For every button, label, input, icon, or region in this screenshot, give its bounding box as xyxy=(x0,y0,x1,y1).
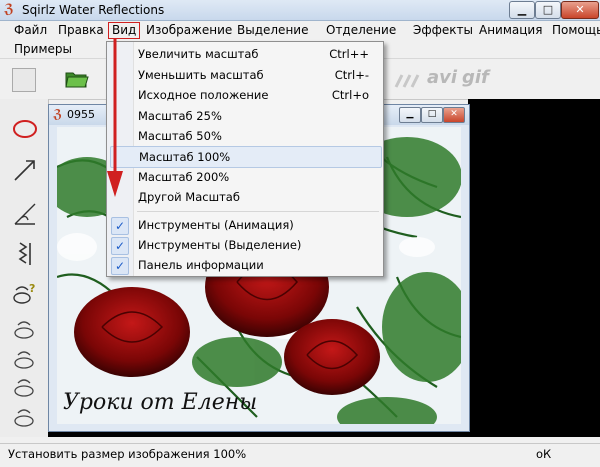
ripple-tool-2-icon[interactable] xyxy=(12,345,38,373)
menu-item-reset-position[interactable]: Исходное положение Ctrl+o xyxy=(107,85,383,105)
image-window-title: 0955 xyxy=(67,108,95,121)
menu-item-shortcut: Ctrl++ xyxy=(329,47,369,61)
image-window-close-button[interactable]: ✕ xyxy=(443,107,465,123)
menu-file[interactable]: Файл xyxy=(12,21,49,40)
menu-item-label: Уменьшить масштаб xyxy=(138,68,264,82)
menu-image[interactable]: Изображение xyxy=(144,21,234,40)
menu-selection[interactable]: Выделение xyxy=(235,21,310,40)
menu-item-zoom-in[interactable]: Увеличить масштаб Ctrl++ xyxy=(107,44,383,64)
menu-item-shortcut: Ctrl+- xyxy=(334,68,369,82)
menu-effects[interactable]: Эффекты xyxy=(411,21,475,40)
status-text: Установить размер изображения 100% xyxy=(8,447,247,461)
arrow-tool-icon[interactable] xyxy=(12,156,38,184)
menu-item-label: Другой Масштаб xyxy=(138,190,240,204)
red-pointer-arrow-icon xyxy=(107,39,123,197)
menu-item-label: Увеличить масштаб xyxy=(138,47,259,61)
gif-button[interactable]: gif xyxy=(462,67,489,88)
check-icon: ✓ xyxy=(111,217,129,235)
menu-item-label: Масштаб 25% xyxy=(138,109,222,123)
window-title: Sqirlz Water Reflections xyxy=(22,3,165,17)
menu-edit[interactable]: Правка xyxy=(56,21,106,40)
status-bar: Установить размер изображения 100% оК xyxy=(0,443,600,467)
ripple-tool-1-icon[interactable] xyxy=(12,315,38,343)
menu-help[interactable]: Помощь xyxy=(550,21,600,40)
menu-item-label: Инструменты (Выделение) xyxy=(138,238,302,252)
workspace-canvas xyxy=(468,99,600,437)
close-button[interactable]: ✕ xyxy=(561,1,599,19)
open-folder-icon[interactable] xyxy=(64,66,90,92)
ripple-help-tool-icon[interactable]: ? xyxy=(12,280,38,308)
menu-item-label: Масштаб 100% xyxy=(139,150,231,164)
check-icon: ✓ xyxy=(111,257,129,275)
svg-text:?: ? xyxy=(29,282,35,295)
menu-item-toolbar-animation[interactable]: ✓ Инструменты (Анимация) xyxy=(107,215,383,235)
wave-tool-icon[interactable] xyxy=(12,240,38,268)
menu-separator xyxy=(137,211,379,212)
maximize-button[interactable]: □ xyxy=(535,1,561,19)
image-window-maximize-button[interactable]: □ xyxy=(421,107,443,123)
menu-item-custom-zoom[interactable]: Другой Масштаб xyxy=(107,187,383,207)
menu-item-label: Масштаб 50% xyxy=(138,129,222,143)
new-image-icon[interactable] xyxy=(12,68,36,92)
menu-item-label: Панель информации xyxy=(138,258,264,272)
menu-item-shortcut: Ctrl+o xyxy=(331,88,369,102)
menu-item-zoom-200[interactable]: Масштаб 200% xyxy=(107,167,383,187)
status-ok: оК xyxy=(536,447,552,461)
angle-tool-icon[interactable] xyxy=(12,200,38,228)
menu-item-zoom-25[interactable]: Масштаб 25% xyxy=(107,106,383,126)
menu-separation[interactable]: Отделение xyxy=(324,21,398,40)
menu-item-zoom-out[interactable]: Уменьшить масштаб Ctrl+- xyxy=(107,65,383,85)
minimize-button[interactable]: ▁ xyxy=(509,1,535,19)
menu-item-zoom-100[interactable]: Масштаб 100% xyxy=(110,146,382,168)
photo-caption: Уроки от Елены xyxy=(63,390,258,415)
menu-item-label: Инструменты (Анимация) xyxy=(138,218,294,232)
menu-item-zoom-50[interactable]: Масштаб 50% xyxy=(107,126,383,146)
animation-strokes-icon[interactable] xyxy=(392,69,422,91)
menu-animation[interactable]: Анимация xyxy=(477,21,544,40)
menu-item-label: Исходное положение xyxy=(138,88,269,102)
title-bar: ℨ Sqirlz Water Reflections ▁ □ ✕ xyxy=(0,0,600,21)
menu-view[interactable]: Вид xyxy=(108,22,141,39)
view-menu-dropdown: Увеличить масштаб Ctrl++ Уменьшить масшт… xyxy=(106,41,384,277)
ripple-tool-3-icon[interactable] xyxy=(12,373,38,401)
menu-item-label: Масштаб 200% xyxy=(138,170,230,184)
image-window-minimize-button[interactable]: ▁ xyxy=(399,107,421,123)
menu-bar: Файл Правка Вид Изображение Выделение От… xyxy=(0,21,600,40)
menu-item-info-panel[interactable]: ✓ Панель информации xyxy=(107,255,383,275)
app-icon: ℨ xyxy=(4,2,14,17)
image-window-icon: ℨ xyxy=(53,107,63,121)
ripple-tool-4-icon[interactable] xyxy=(12,403,38,431)
menu-examples[interactable]: Примеры xyxy=(12,40,74,59)
tool-panel: ? xyxy=(0,99,49,437)
avi-button[interactable]: avi xyxy=(427,67,457,88)
menu-item-toolbar-selection[interactable]: ✓ Инструменты (Выделение) xyxy=(107,235,383,255)
ellipse-tool-icon[interactable] xyxy=(12,115,38,143)
check-icon: ✓ xyxy=(111,237,129,255)
